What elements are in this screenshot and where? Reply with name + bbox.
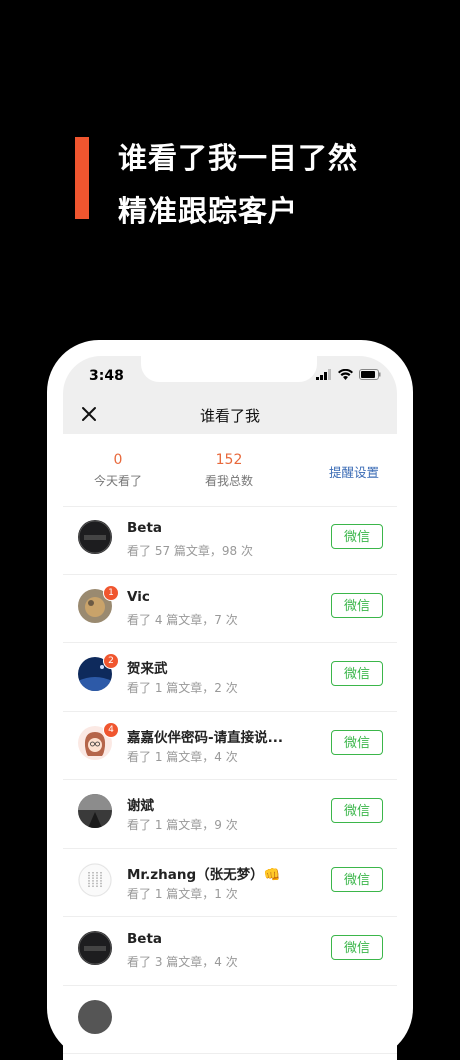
list-item[interactable]: 2 贺来武 看了 1 篇文章，2 次 微信 [63, 643, 397, 712]
wechat-button[interactable]: 微信 [331, 729, 383, 755]
contact-name: 贺来武 [127, 661, 168, 677]
contact-meta: 看了 1 篇文章，4 次 [127, 749, 238, 764]
stat-total-label: 看我总数 [204, 474, 253, 488]
remind-settings-link[interactable]: 提醒设置 [329, 462, 379, 481]
avatar [78, 794, 112, 828]
signal-icon [316, 369, 331, 380]
contact-meta: 看了 3 篇文章，4 次 [127, 955, 238, 969]
stat-today: 0 今天看了 [63, 452, 173, 489]
visitor-list: Beta 看了 57 篇文章，98 次 微信 1 Vic 看了 4 篇文章，7 … [63, 506, 397, 1054]
avatar [78, 520, 112, 554]
promo-subheadline: 精准跟踪客户 [118, 194, 299, 228]
battery-icon [359, 369, 381, 380]
contact-meta: 看了 1 篇文章，2 次 [127, 681, 238, 695]
app-bar: 3:48 谁看了我 [63, 356, 397, 434]
avatar [78, 862, 112, 897]
avatar [78, 999, 112, 1034]
phone-screen: 3:48 谁看了我 0 今天看了 152 看我总数 提醒设置 Beta 看了 5… [63, 356, 397, 1060]
unread-badge: 4 [103, 721, 119, 738]
wechat-button[interactable]: 微信 [331, 798, 383, 823]
list-item[interactable]: 谢斌 看了 1 篇文章，9 次 微信 [63, 780, 397, 849]
list-item[interactable]: 4 嘉嘉伙伴密码-请直接说... 看了 1 篇文章，4 次 微信 [63, 712, 397, 780]
phone-frame: 3:48 谁看了我 0 今天看了 152 看我总数 提醒设置 Beta 看了 5… [47, 340, 413, 1060]
contact-name: 谢斌 [127, 798, 154, 814]
contact-name: 嘉嘉伙伴密码-请直接说... [127, 729, 283, 746]
stat-total-value: 152 [215, 452, 243, 468]
stat-today-label: 今天看了 [93, 474, 142, 488]
avatar [78, 931, 112, 965]
stat-total: 152 看我总数 [174, 452, 284, 489]
promo-headline: 谁看了我一目了然 [118, 141, 359, 175]
list-item[interactable]: 1 Vic 看了 4 篇文章，7 次 微信 [63, 575, 397, 643]
status-time: 3:48 [89, 368, 124, 384]
status-icons [316, 369, 381, 380]
page-title: 谁看了我 [199, 407, 260, 425]
contact-meta: 看了 4 篇文章，7 次 [127, 612, 238, 627]
list-item[interactable]: Beta 看了 3 篇文章，4 次 微信 [63, 917, 397, 986]
contact-meta: 看了 1 篇文章，1 次 [127, 886, 238, 901]
contact-name: Beta [127, 931, 163, 947]
contact-name: Mr.zhang（张无梦）👊 [127, 866, 281, 883]
accent-bar [75, 137, 89, 219]
phone-notch [141, 356, 317, 382]
promo-banner: 谁看了我一目了然 精准跟踪客户 [0, 0, 460, 330]
wechat-button[interactable]: 微信 [331, 866, 383, 892]
contact-name: Vic [127, 588, 150, 605]
wechat-button[interactable]: 微信 [331, 661, 383, 686]
unread-badge: 2 [103, 653, 119, 669]
list-item[interactable]: Mr.zhang（张无梦）👊 看了 1 篇文章，1 次 微信 [63, 849, 397, 917]
stat-today-value: 0 [113, 452, 123, 468]
unread-badge: 1 [103, 584, 119, 601]
wechat-button[interactable]: 微信 [331, 935, 383, 960]
wechat-button[interactable]: 微信 [331, 524, 383, 549]
stats-bar: 0 今天看了 152 看我总数 提醒设置 [63, 434, 397, 507]
list-item[interactable]: Beta 看了 57 篇文章，98 次 微信 [63, 506, 397, 575]
contact-meta: 看了 1 篇文章，9 次 [127, 818, 238, 832]
wifi-icon [338, 369, 353, 380]
contact-meta: 看了 57 篇文章，98 次 [127, 544, 253, 558]
wechat-button[interactable]: 微信 [331, 592, 383, 618]
contact-name: Beta [127, 520, 163, 536]
